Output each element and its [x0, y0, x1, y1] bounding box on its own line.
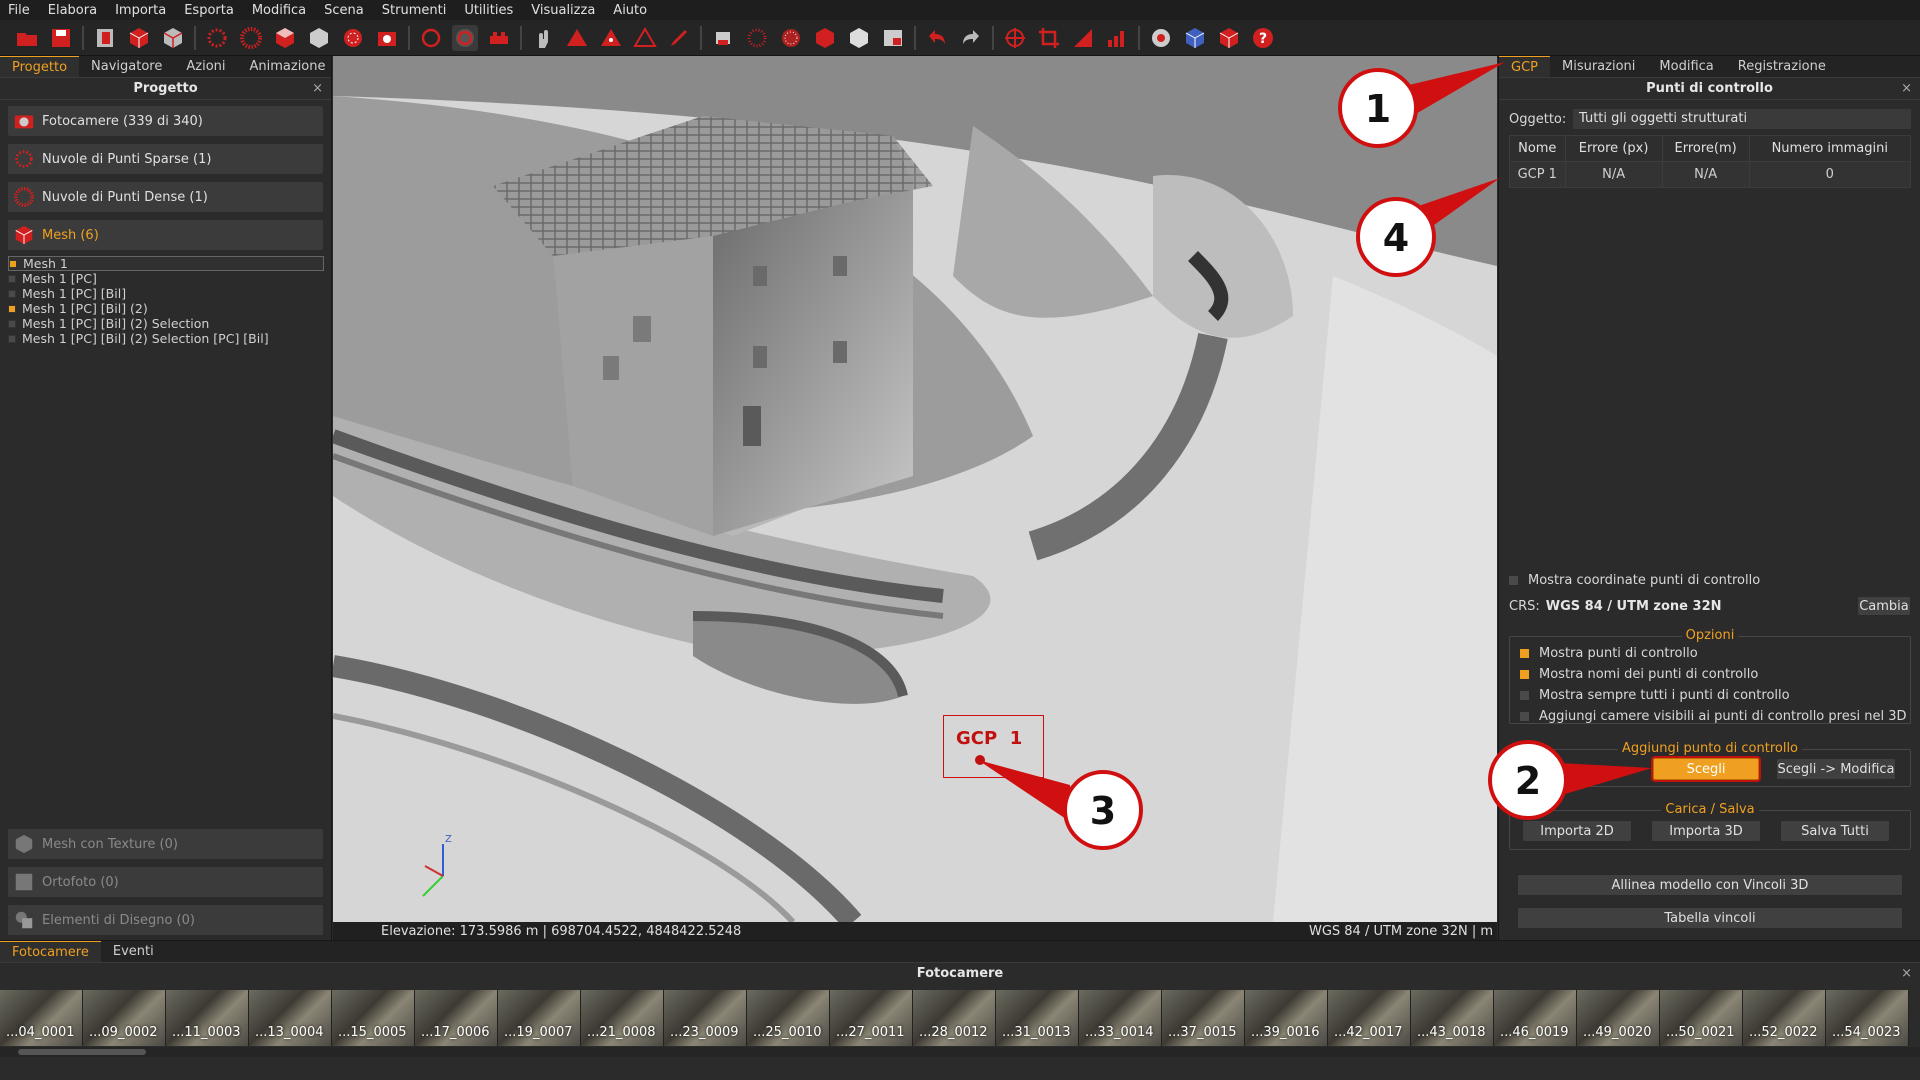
callout-4: 4 [1356, 178, 1500, 277]
callout-1: 1 [1338, 62, 1505, 148]
callout-3: 3 [978, 760, 1143, 850]
svg-text:4: 4 [1383, 216, 1409, 260]
svg-text:3: 3 [1090, 789, 1116, 833]
svg-text:1: 1 [1365, 87, 1391, 131]
callout-overlay: 1 2 3 4 [978, 62, 1652, 850]
callout-2: 2 [1488, 740, 1652, 820]
svg-text:2: 2 [1515, 759, 1541, 803]
